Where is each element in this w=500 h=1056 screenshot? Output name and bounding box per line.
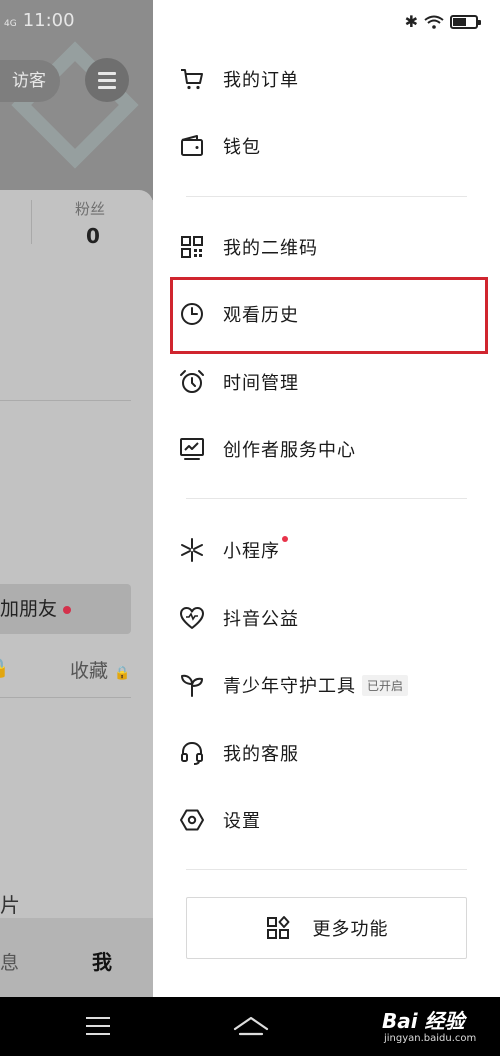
menu-item-teen-protection[interactable]: 青少年守护工具 已开启: [177, 657, 477, 713]
settings-hex-icon: [177, 805, 207, 835]
menu-item-label: 钱包: [223, 137, 261, 158]
fans-label: 粉丝: [75, 200, 106, 218]
cart-icon: [177, 64, 207, 94]
menu-item-label: 我的客服: [223, 744, 299, 765]
wallet-icon: [177, 131, 207, 161]
clock-icon: [177, 299, 207, 329]
menu-item-label: 我的订单: [223, 70, 299, 91]
collect-label: 收藏: [70, 660, 109, 682]
alarm-icon: [177, 367, 207, 397]
add-friend-label: 加朋友: [0, 598, 58, 620]
menu-item-orders[interactable]: 我的订单: [177, 51, 477, 107]
menu-item-label: 时间管理: [223, 373, 299, 394]
bluetooth-icon: ✱: [404, 12, 418, 31]
nav-menu-button[interactable]: [86, 1017, 110, 1035]
system-nav-bar: Bai 经验 jingyan.baidu.com: [0, 997, 500, 1056]
menu-item-label: 抖音公益: [223, 609, 299, 630]
baidu-watermark: Bai 经验 jingyan.baidu.com: [382, 1005, 476, 1044]
tab-me[interactable]: 我: [92, 946, 112, 975]
menu-item-label: 创作者服务中心: [223, 440, 356, 461]
wifi-icon: [424, 15, 444, 29]
chart-monitor-icon: [177, 434, 207, 464]
status-time: 11:00: [22, 10, 75, 31]
battery-icon: [450, 14, 481, 29]
sprout-icon: [177, 670, 207, 700]
menu-item-creator-center[interactable]: 创作者服务中心: [177, 421, 477, 477]
notification-dot: [63, 605, 72, 614]
miniapp-icon: [177, 535, 207, 565]
menu-item-label: 我的二维码: [223, 238, 318, 259]
section-divider: [186, 869, 467, 870]
status-tag: 已开启: [362, 674, 409, 696]
menu-item-settings[interactable]: 设置: [177, 792, 477, 848]
menu-item-watch-history[interactable]: 观看历史: [177, 286, 477, 342]
menu-item-wallet[interactable]: 钱包: [177, 118, 477, 174]
menu-item-customer-service[interactable]: 我的客服: [177, 725, 477, 781]
add-friend-button[interactable]: 加朋友: [0, 584, 131, 634]
side-drawer: ✱ 我的订单 钱包 我的二维码 观看历史 时间管理 创作者服务中心 小程序 抖音…: [153, 0, 500, 997]
bottom-tab-bar: [0, 918, 153, 997]
section-divider: [186, 498, 467, 499]
nav-home-icon[interactable]: [232, 1013, 270, 1037]
profile-background: 4G 11:00 访客 粉丝 0 加朋友 🔒 收藏 🔒 片 息 我: [0, 0, 153, 997]
more-features-label: 更多功能: [312, 919, 389, 940]
menu-item-mini-programs[interactable]: 小程序: [177, 522, 477, 578]
section-divider: [0, 400, 131, 401]
watermark-main: Bai 经验: [382, 1009, 465, 1033]
status-bar-right: ✱: [404, 12, 481, 31]
lock-icon: 🔒: [114, 666, 131, 681]
visitor-button[interactable]: 访客: [0, 60, 60, 102]
menu-item-charity[interactable]: 抖音公益: [177, 590, 477, 646]
fans-count[interactable]: 0: [86, 224, 100, 248]
heart-icon: [177, 603, 207, 633]
menu-item-label: 设置: [223, 811, 261, 832]
more-features-icon: [266, 916, 289, 939]
qr-code-icon: [177, 232, 207, 262]
hamburger-menu-button[interactable]: [85, 58, 129, 102]
status-bar-left: 4G 11:00: [4, 10, 75, 31]
tab-messages[interactable]: 息: [0, 948, 19, 975]
tab-collect[interactable]: 收藏 🔒: [70, 656, 130, 683]
stats-divider: [31, 200, 32, 244]
profile-card: [0, 190, 153, 950]
menu-item-label: 观看历史: [223, 305, 299, 326]
notification-dot: [282, 536, 288, 542]
menu-item-label: 青少年守护工具: [223, 676, 356, 697]
watermark-sub: jingyan.baidu.com: [384, 1033, 477, 1044]
headset-icon: [177, 738, 207, 768]
lock-icon: 🔒: [0, 656, 10, 679]
photo-label: 片: [0, 893, 20, 917]
visitor-label: 访客: [12, 71, 46, 91]
more-features-button[interactable]: 更多功能: [186, 897, 467, 959]
menu-item-label: 小程序: [223, 541, 280, 562]
section-divider: [186, 196, 467, 197]
menu-item-qrcode[interactable]: 我的二维码: [177, 219, 477, 275]
tabs-divider: [0, 697, 131, 698]
menu-item-time-management[interactable]: 时间管理: [177, 354, 477, 410]
network-indicator: 4G: [4, 19, 17, 29]
